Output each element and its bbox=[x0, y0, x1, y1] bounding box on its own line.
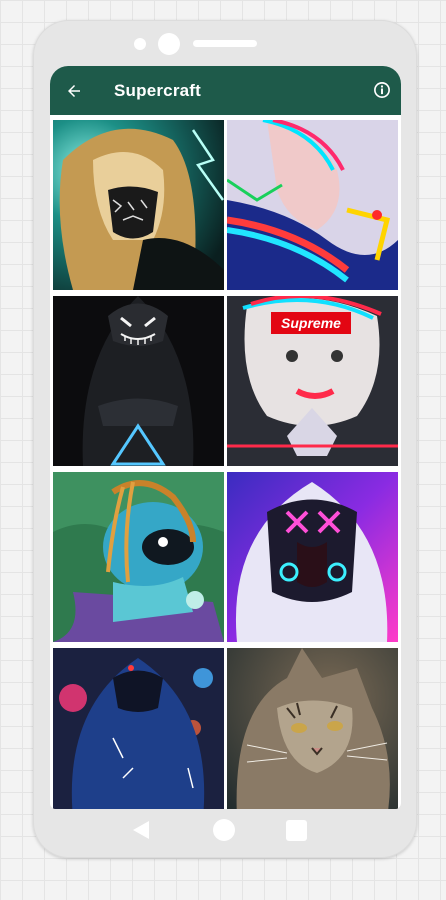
wallpaper-tile-3[interactable] bbox=[53, 296, 224, 466]
system-navigation-bar bbox=[33, 807, 417, 852]
wallpaper-image: Supreme bbox=[227, 296, 398, 466]
nav-home-circle-icon bbox=[213, 819, 235, 841]
wallpaper-tile-6[interactable] bbox=[227, 472, 398, 642]
wallpaper-image bbox=[53, 648, 224, 809]
wallpaper-tile-2[interactable] bbox=[227, 120, 398, 290]
wallpaper-grid: Supreme bbox=[50, 115, 401, 809]
supreme-logo: Supreme bbox=[281, 315, 341, 331]
nav-back-button[interactable] bbox=[129, 818, 153, 842]
info-circle-icon bbox=[374, 82, 390, 98]
nav-back-triangle-icon bbox=[133, 821, 149, 839]
nav-recents-button[interactable] bbox=[284, 818, 308, 842]
wallpaper-image bbox=[53, 296, 224, 466]
wallpaper-tile-1[interactable] bbox=[53, 120, 224, 290]
front-sensor bbox=[134, 38, 146, 50]
front-camera bbox=[158, 33, 180, 55]
wallpaper-tile-7[interactable] bbox=[53, 648, 224, 809]
wallpaper-image bbox=[53, 120, 224, 290]
wallpaper-tile-4[interactable]: Supreme bbox=[227, 296, 398, 466]
page-title: Supercraft bbox=[114, 80, 202, 100]
earpiece-speaker bbox=[193, 40, 257, 47]
wallpaper-image bbox=[227, 472, 398, 642]
app-bar: Supercraft bbox=[50, 66, 401, 115]
wallpaper-image bbox=[227, 120, 398, 290]
wallpaper-tile-5[interactable] bbox=[53, 472, 224, 642]
back-button[interactable] bbox=[50, 66, 98, 115]
nav-recents-square-icon bbox=[285, 819, 307, 841]
arrow-left-icon bbox=[68, 84, 80, 97]
wallpaper-tile-8[interactable] bbox=[227, 648, 398, 809]
info-button[interactable] bbox=[371, 79, 393, 101]
phone-frame: Supercraft Supreme bbox=[33, 20, 417, 858]
wallpaper-image bbox=[227, 648, 398, 809]
app-screen: Supercraft Supreme bbox=[50, 66, 401, 809]
wallpaper-image bbox=[53, 472, 224, 642]
nav-home-button[interactable] bbox=[211, 817, 237, 843]
